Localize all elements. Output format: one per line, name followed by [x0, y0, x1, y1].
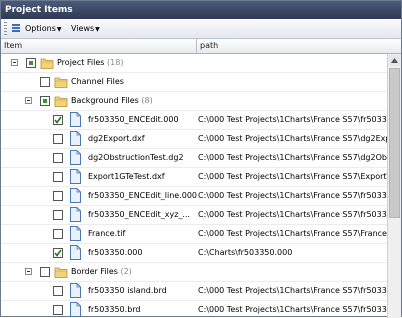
- folder-label: Border Files (2): [71, 263, 132, 281]
- file-path: C:\000 Test Projects\1Charts\France S57\…: [198, 191, 387, 200]
- file-path: C:\000 Test Projects\1Charts\France S57\…: [198, 172, 387, 181]
- tree-folder-row[interactable]: Background Files (8): [1, 92, 387, 111]
- row-checkbox[interactable]: [53, 134, 63, 144]
- file-name: France.tif: [88, 229, 126, 238]
- folder-icon: [54, 96, 68, 107]
- tree-file-row[interactable]: France.tif C:\000 Test Projects\1Charts\F…: [1, 225, 387, 244]
- window-title: Project Items: [1, 1, 401, 19]
- vertical-scrollbar[interactable]: [387, 54, 401, 318]
- collapse-toggle-icon[interactable]: [25, 97, 32, 104]
- file-icon: [70, 150, 81, 165]
- file-path: C:\000 Test Projects\1Charts\France S57\…: [198, 134, 387, 143]
- toolbar-grip[interactable]: [4, 22, 7, 35]
- options-label: Options: [25, 24, 56, 33]
- file-name: Export1GTeTest.dxf: [88, 172, 165, 181]
- file-icon: [70, 131, 81, 146]
- chevron-down-icon: ▼: [95, 26, 100, 33]
- chevron-down-icon: ▼: [56, 26, 62, 33]
- folder-name: Project Files: [57, 58, 105, 67]
- tree-file-row[interactable]: dg2ObstructionTest.dg2 C:\000 Test Projec…: [1, 149, 387, 168]
- file-icon: [70, 169, 81, 184]
- folder-count: (8): [138, 96, 153, 105]
- folder-count: (18): [104, 58, 124, 67]
- checkmark-icon: [54, 249, 62, 257]
- file-path: C:\000 Test Projects\1Charts\France S57\…: [198, 115, 387, 124]
- tree-file-row[interactable]: fr503350 island.brd C:\000 Test Projects\…: [1, 282, 387, 301]
- folder-name: Background Files: [71, 96, 139, 105]
- toolbar: Options▼ Views▼: [1, 19, 401, 39]
- collapse-toggle-icon[interactable]: [25, 268, 32, 275]
- views-label: Views: [71, 24, 95, 33]
- folder-icon: [54, 267, 68, 278]
- tree-folder-row[interactable]: Channel Files: [1, 73, 387, 92]
- file-name: fr503350.brd: [88, 305, 141, 314]
- file-name: fr503350_ENCEdit.000: [88, 115, 179, 124]
- file-path: C:\000 Test Projects\1Charts\France S57\…: [198, 229, 387, 238]
- views-menu-button[interactable]: Views▼: [71, 21, 100, 36]
- file-name: dg2ObstructionTest.dg2: [88, 153, 184, 162]
- folder-label: Project Files (18): [57, 54, 123, 72]
- file-path: C:\000 Test Projects\1Charts\France S57\…: [198, 210, 387, 219]
- column-header-item[interactable]: Item: [1, 39, 197, 53]
- collapse-toggle-icon[interactable]: [11, 59, 18, 66]
- row-checkbox[interactable]: [53, 191, 63, 201]
- file-icon: [70, 188, 81, 203]
- folder-icon: [54, 77, 68, 88]
- tree-file-row[interactable]: fr503350_ENCEdit.000 C:\000 Test Projects…: [1, 111, 387, 130]
- file-name: dg2Export.dxf: [88, 134, 145, 143]
- file-name: fr503350 island.brd: [88, 286, 167, 295]
- folder-name: Channel Files: [71, 77, 124, 86]
- file-icon: [70, 283, 81, 298]
- folder-count: (2): [117, 267, 132, 276]
- file-name: fr503350.000: [88, 248, 143, 257]
- row-checkbox[interactable]: [40, 96, 50, 106]
- project-tree: Project Files (18) Channel Files Backgroun…: [1, 54, 387, 318]
- tree-file-row[interactable]: dg2Export.dxf C:\000 Test Projects\1Chart…: [1, 130, 387, 149]
- file-path: C:\000 Test Projects\1Charts\France S57\…: [198, 305, 387, 314]
- scrollbar-thumb[interactable]: [389, 68, 400, 218]
- file-name: fr503350_ENCEdit_line.000: [88, 191, 198, 200]
- tree-file-row[interactable]: fr503350_ENCEdit_line.000 C:\000 Test Pro…: [1, 187, 387, 206]
- row-checkbox[interactable]: [53, 172, 63, 182]
- tree-file-row[interactable]: Export1GTeTest.dxf C:\000 Test Projects\1…: [1, 168, 387, 187]
- file-icon: [70, 112, 81, 127]
- folder-name: Border Files: [71, 267, 118, 276]
- tree-folder-row[interactable]: Project Files (18): [1, 54, 387, 73]
- folder-label: Channel Files: [71, 73, 124, 91]
- row-checkbox[interactable]: [53, 305, 63, 315]
- file-name: fr503350_ENCEdit_xyz_...: [88, 210, 191, 219]
- row-checkbox[interactable]: [53, 115, 63, 125]
- row-checkbox[interactable]: [53, 153, 63, 163]
- options-icon: [12, 24, 20, 32]
- row-checkbox[interactable]: [40, 267, 50, 277]
- file-path: C:\000 Test Projects\1Charts\France S57\…: [198, 153, 387, 162]
- folder-label: Background Files (8): [71, 92, 153, 110]
- row-checkbox[interactable]: [40, 77, 50, 87]
- file-icon: [70, 207, 81, 222]
- row-checkbox[interactable]: [53, 210, 63, 220]
- checkmark-icon: [54, 116, 62, 124]
- column-header: Item path: [1, 39, 401, 54]
- file-path: C:\000 Test Projects\1Charts\France S57\…: [198, 286, 387, 295]
- column-header-path[interactable]: path: [197, 39, 387, 53]
- tree-file-row[interactable]: fr503350.000 C:\Charts\fr503350.000: [1, 244, 387, 263]
- options-menu-button[interactable]: Options▼: [12, 21, 62, 36]
- row-checkbox[interactable]: [26, 58, 36, 68]
- folder-icon: [40, 58, 54, 69]
- tree-folder-row[interactable]: Border Files (2): [1, 263, 387, 282]
- tree-file-row[interactable]: fr503350.brd C:\000 Test Projects\1Charts…: [1, 301, 387, 318]
- project-items-window: Project Items Options▼ Views▼ Item path …: [0, 0, 402, 318]
- tree-file-row[interactable]: fr503350_ENCEdit_xyz_... C:\000 Test Proj…: [1, 206, 387, 225]
- file-icon: [70, 245, 81, 260]
- row-checkbox[interactable]: [53, 286, 63, 296]
- file-icon: [70, 302, 81, 317]
- file-icon: [70, 226, 81, 241]
- scroll-up-arrow-icon[interactable]: [389, 55, 400, 66]
- row-checkbox[interactable]: [53, 248, 63, 258]
- file-path: C:\Charts\fr503350.000: [198, 248, 293, 257]
- row-checkbox[interactable]: [53, 229, 63, 239]
